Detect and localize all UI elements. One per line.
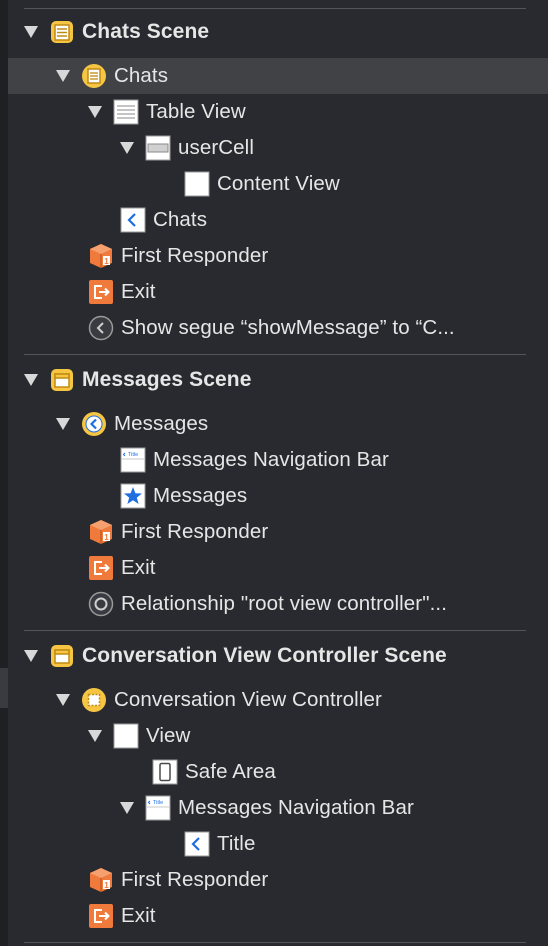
outline-label: Conversation View Controller (114, 688, 382, 711)
outline-label: Relationship "root view controller"... (121, 592, 447, 615)
outline-row-exit[interactable]: Exit (8, 274, 548, 310)
outline-row-exit[interactable]: Exit (8, 550, 548, 586)
outline-row-safe-area[interactable]: Safe Area (8, 754, 548, 790)
panel-resize-handle[interactable] (0, 668, 8, 708)
svg-text:1: 1 (104, 881, 109, 890)
outline-label: Table View (146, 100, 246, 123)
outline-label: View (146, 724, 191, 747)
scene-title: Messages Scene (82, 368, 252, 391)
outline-label: Exit (121, 280, 156, 303)
outline-label: Chats (153, 208, 208, 231)
outline-label: First Responder (121, 868, 269, 891)
safe-area-icon (152, 759, 178, 785)
outline-label: Messages Navigation Bar (153, 448, 389, 471)
scene-icon (49, 643, 75, 669)
segue-icon (88, 315, 114, 341)
outline-label: Show segue “showMessage” to “C... (121, 316, 455, 339)
nav-bar-icon-text: Title (153, 800, 163, 806)
scene-separator (24, 942, 526, 943)
outline-row-first-responder[interactable]: 1 First Responder (8, 862, 548, 898)
outline-label: Chats (114, 64, 169, 87)
scene-title: Chats Scene (82, 20, 210, 43)
first-responder-icon: 1 (88, 519, 114, 545)
outline-row-navigation-item[interactable]: Chats (8, 202, 548, 238)
outline-row-content-view[interactable]: Content View (8, 166, 548, 202)
relationship-segue-icon (88, 591, 114, 617)
outline-row-conversation-scene[interactable]: Conversation View Controller Scene (8, 638, 548, 674)
tab-bar-item-star-icon (120, 483, 146, 509)
svg-text:1: 1 (104, 533, 109, 542)
disclosure-triangle-icon[interactable] (88, 730, 102, 742)
view-controller-icon (81, 687, 107, 713)
exit-icon (88, 279, 114, 305)
svg-text:1: 1 (104, 257, 109, 266)
outline-row-show-segue[interactable]: Show segue “showMessage” to “C... (8, 310, 548, 346)
outline-label: Messages (114, 412, 209, 435)
first-responder-icon: 1 (88, 867, 114, 893)
outline-row-tab-bar-item[interactable]: Messages (8, 478, 548, 514)
navigation-bar-icon: Title (145, 795, 171, 821)
outline-label: Messages Navigation Bar (178, 796, 414, 819)
disclosure-triangle-icon[interactable] (120, 802, 134, 814)
disclosure-triangle-icon[interactable] (56, 418, 70, 430)
outline-label: Exit (121, 904, 156, 927)
scene-icon (49, 19, 75, 45)
nav-bar-icon-text: Title (128, 452, 138, 458)
table-view-icon (113, 99, 139, 125)
disclosure-triangle-icon[interactable] (24, 650, 38, 662)
view-icon (184, 171, 210, 197)
outline-row-chats-scene[interactable]: Chats Scene (8, 14, 548, 50)
outline-row-navigation-item[interactable]: Title (8, 826, 548, 862)
navigation-controller-icon (81, 411, 107, 437)
outline-label: First Responder (121, 520, 269, 543)
outline-label: userCell (178, 136, 254, 159)
outline-row-navigation-bar[interactable]: Title Messages Navigation Bar (8, 790, 548, 826)
outline-row-chats-controller[interactable]: Chats (8, 58, 548, 94)
scene-title: Conversation View Controller Scene (82, 644, 447, 667)
outline-row-table-view[interactable]: Table View (8, 94, 548, 130)
scene-separator (24, 630, 526, 631)
outline-label: Messages (153, 484, 248, 507)
disclosure-triangle-icon[interactable] (120, 142, 134, 154)
outline-row-relationship[interactable]: Relationship "root view controller"... (8, 586, 548, 622)
outline-label: First Responder (121, 244, 269, 267)
scene-icon (49, 367, 75, 393)
disclosure-triangle-icon[interactable] (56, 70, 70, 82)
disclosure-triangle-icon[interactable] (24, 374, 38, 386)
outline-label: Title (217, 832, 256, 855)
outline-row-first-responder[interactable]: 1 First Responder (8, 238, 548, 274)
outline-label: Exit (121, 556, 156, 579)
navigation-item-icon (120, 207, 146, 233)
outline-row-navigation-controller[interactable]: Messages (8, 406, 548, 442)
outline-row-view[interactable]: View (8, 718, 548, 754)
outline-row-messages-scene[interactable]: Messages Scene (8, 362, 548, 398)
outline-label: Content View (217, 172, 340, 195)
table-view-controller-icon (81, 63, 107, 89)
view-icon (113, 723, 139, 749)
outline-row-user-cell[interactable]: userCell (8, 130, 548, 166)
exit-icon (88, 903, 114, 929)
navigation-item-icon (184, 831, 210, 857)
outline-row-view-controller[interactable]: Conversation View Controller (8, 682, 548, 718)
first-responder-icon: 1 (88, 243, 114, 269)
exit-icon (88, 555, 114, 581)
outline-row-exit[interactable]: Exit (8, 898, 548, 934)
outline-label: Safe Area (185, 760, 276, 783)
outline-row-navigation-bar[interactable]: Title Messages Navigation Bar (8, 442, 548, 478)
scene-separator (24, 354, 526, 355)
table-cell-icon (145, 135, 171, 161)
navigation-bar-icon: Title (120, 447, 146, 473)
outline-row-first-responder[interactable]: 1 First Responder (8, 514, 548, 550)
disclosure-triangle-icon[interactable] (88, 106, 102, 118)
disclosure-triangle-icon[interactable] (56, 694, 70, 706)
disclosure-triangle-icon[interactable] (24, 26, 38, 38)
scene-separator (24, 8, 526, 9)
left-panel-edge (0, 0, 8, 946)
